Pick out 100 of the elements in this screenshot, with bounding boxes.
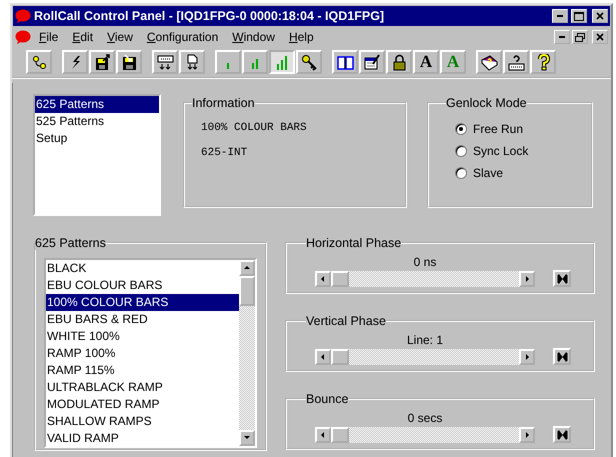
list-item[interactable]: RAMP 100%: [46, 345, 239, 362]
close-icon: [596, 12, 604, 20]
key-icon: [300, 54, 318, 70]
toolbar-button[interactable]: [359, 50, 385, 74]
menu-item[interactable]: Window: [226, 29, 281, 45]
toolbar-button[interactable]: [530, 50, 556, 74]
group-title: 625 Patterns: [35, 236, 106, 250]
scroll-right-button[interactable]: [519, 426, 535, 442]
menu-item[interactable]: File: [33, 29, 64, 45]
center-button[interactable]: [553, 348, 571, 365]
list-item[interactable]: EBU BARS & RED: [46, 311, 239, 328]
group-title: Horizontal Phase: [306, 236, 402, 250]
scroll-left-button[interactable]: [315, 348, 331, 364]
down-arrow-icon: [243, 434, 251, 442]
restore-button[interactable]: [572, 30, 588, 44]
help-book-icon: [480, 54, 498, 70]
toolbar-button[interactable]: [26, 50, 52, 74]
center-button[interactable]: [553, 270, 571, 287]
menu-item[interactable]: Configuration: [140, 29, 224, 45]
up-arrow-icon: [243, 264, 251, 272]
scroll-up-button[interactable]: [239, 260, 255, 276]
scroll-right-button[interactable]: [519, 270, 535, 286]
maximize-icon: [574, 12, 584, 20]
info-text: 625-INT: [201, 147, 248, 159]
list-item[interactable]: ULTRABLACK RAMP: [46, 379, 239, 396]
radio-label[interactable]: Free Run: [473, 122, 524, 136]
list-item[interactable]: RAMP 115%: [46, 362, 239, 379]
group-title: Bounce: [306, 392, 348, 406]
book-icon: [336, 54, 354, 70]
minimize-icon: [557, 15, 563, 17]
toolbar-button[interactable]: [332, 50, 358, 74]
close-button[interactable]: [592, 9, 608, 23]
minimize-button[interactable]: [552, 9, 568, 23]
radio-button[interactable]: [455, 123, 467, 135]
slider-thumb[interactable]: [331, 426, 349, 442]
radio-label[interactable]: Sync Lock: [473, 144, 528, 158]
window-title: RollCall Control Panel - [IQD1FPG-0 0000:18:04 - IQD1FPG]: [34, 9, 386, 23]
center-icon: [556, 352, 568, 362]
toolbar-button[interactable]: [62, 50, 88, 74]
list-item[interactable]: 100% COLOUR BARS: [46, 294, 239, 311]
scroll-left-button[interactable]: [315, 270, 331, 286]
radio-button[interactable]: [455, 145, 467, 157]
menu-item[interactable]: Edit: [66, 29, 100, 45]
list-item[interactable]: WHITE 100%: [46, 328, 239, 345]
toolbar-button[interactable]: [503, 50, 529, 74]
group-title: Information: [192, 96, 255, 110]
close-icon: [596, 33, 604, 41]
list-item[interactable]: MODULATED RAMP: [46, 396, 239, 413]
list-item[interactable]: 525 Patterns: [35, 113, 159, 130]
disk-export-icon: [94, 54, 110, 70]
menu-item[interactable]: Help: [282, 29, 320, 45]
right-arrow-icon: [523, 430, 531, 438]
left-arrow-icon: [319, 352, 327, 360]
slider-thumb[interactable]: [331, 270, 349, 286]
vertical-scrollbar[interactable]: [239, 260, 255, 446]
toolbar-button[interactable]: [116, 50, 142, 74]
center-icon: [556, 274, 568, 284]
left-arrow-icon: [319, 274, 327, 282]
toolbar-button[interactable]: A: [413, 50, 439, 74]
minimize-button[interactable]: [554, 30, 570, 44]
minimize-icon: [559, 36, 565, 38]
download-box-icon: [156, 54, 174, 70]
right-arrow-icon: [523, 352, 531, 360]
close-button[interactable]: [592, 30, 608, 44]
info-text: 100% COLOUR BARS: [201, 122, 308, 134]
list-item[interactable]: BLACK: [46, 260, 239, 277]
slider-thumb[interactable]: [331, 348, 349, 364]
list-item[interactable]: VALID RAMP: [46, 430, 239, 446]
list-item[interactable]: Setup: [35, 130, 159, 147]
calendar-pen-icon: [364, 54, 380, 70]
center-icon: [556, 430, 568, 440]
list-item[interactable]: EBU COLOUR BARS: [46, 277, 239, 294]
scroll-left-button[interactable]: [315, 426, 331, 442]
padlock-icon: [390, 54, 408, 70]
left-arrow-icon: [319, 430, 327, 438]
link-icon: [30, 54, 48, 70]
toolbar-button[interactable]: [476, 50, 502, 74]
signal-medium-icon: [252, 59, 258, 69]
group-title: Genlock Mode: [446, 96, 527, 110]
list-item[interactable]: SHALLOW RAMPS: [46, 413, 239, 430]
scroll-right-button[interactable]: [519, 348, 535, 364]
slider-value: 0 ns: [412, 254, 438, 270]
toolbar-button[interactable]: [179, 50, 205, 74]
toolbar-button[interactable]: [152, 50, 178, 74]
center-button[interactable]: [553, 426, 571, 443]
disk-import-icon: [120, 54, 138, 70]
radio-label[interactable]: Slave: [473, 166, 504, 180]
slider-value: Line: 1: [406, 332, 444, 348]
toolbar-button[interactable]: [386, 50, 412, 74]
group-title: Vertical Phase: [306, 314, 386, 328]
scroll-down-button[interactable]: [239, 430, 255, 446]
toolbar-button[interactable]: [296, 50, 322, 74]
maximize-button[interactable]: [571, 9, 587, 23]
radio-button[interactable]: [455, 167, 467, 179]
toolbar-button[interactable]: [89, 50, 115, 74]
list-item[interactable]: 625 Patterns: [35, 96, 159, 113]
logo-icon: [15, 9, 31, 23]
scroll-thumb[interactable]: [239, 276, 255, 306]
slider-value: 0 secs: [406, 410, 444, 426]
menu-item[interactable]: View: [101, 29, 139, 45]
